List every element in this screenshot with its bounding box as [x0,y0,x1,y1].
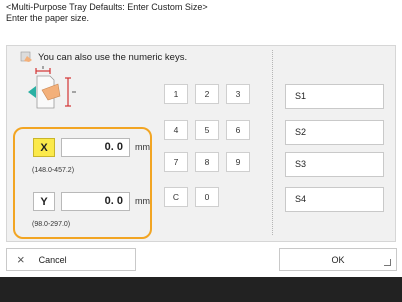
panel-divider [272,50,273,235]
y-range-label: (98.0-297.0) [32,221,71,228]
key-3[interactable]: 3 [226,84,250,104]
key-6[interactable]: 6 [226,120,250,140]
x-unit-label: mm [135,142,150,152]
memory-button-s4[interactable]: S4 [285,187,384,212]
key-9[interactable]: 9 [226,152,250,172]
key-clear[interactable]: C [164,187,188,207]
key-4[interactable]: 4 [164,120,188,140]
dialog-header: <Multi-Purpose Tray Defaults: Enter Cust… [6,2,208,24]
ok-button[interactable]: OK [279,248,397,271]
numeric-keys-icon [20,51,32,62]
x-axis-button[interactable]: X [33,138,55,157]
key-7[interactable]: 7 [164,152,188,172]
y-value-field[interactable]: 0. 0 [61,192,130,211]
ok-label: OK [331,254,345,265]
page-instruction: Enter the paper size. [6,13,90,23]
hint-text: You can also use the numeric keys. [38,51,188,63]
key-0[interactable]: 0 [195,187,219,207]
close-icon: × [17,252,25,267]
cancel-button[interactable]: × Cancel [6,248,136,271]
x-value-field[interactable]: 0. 0 [61,138,130,157]
page-title: <Multi-Purpose Tray Defaults: Enter Cust… [6,2,208,12]
x-range-label: (148.0-457.2) [32,167,75,174]
key-1[interactable]: 1 [164,84,188,104]
cancel-label: Cancel [38,254,67,265]
key-8[interactable]: 8 [195,152,219,172]
paper-size-illustration-icon [28,66,76,109]
key-5[interactable]: 5 [195,120,219,140]
memory-button-s3[interactable]: S3 [285,152,384,177]
custom-size-box: X 0. 0 mm (148.0-457.2) Y 0. 0 mm (98.0-… [13,127,152,239]
footer-bar [0,277,402,302]
key-2[interactable]: 2 [195,84,219,104]
hint-row: You can also use the numeric keys. [20,51,187,63]
memory-button-s1[interactable]: S1 [285,84,384,109]
y-unit-label: mm [135,196,150,206]
memory-button-s2[interactable]: S2 [285,120,384,145]
corner-arrow-icon [384,259,391,266]
y-axis-button[interactable]: Y [33,192,55,211]
